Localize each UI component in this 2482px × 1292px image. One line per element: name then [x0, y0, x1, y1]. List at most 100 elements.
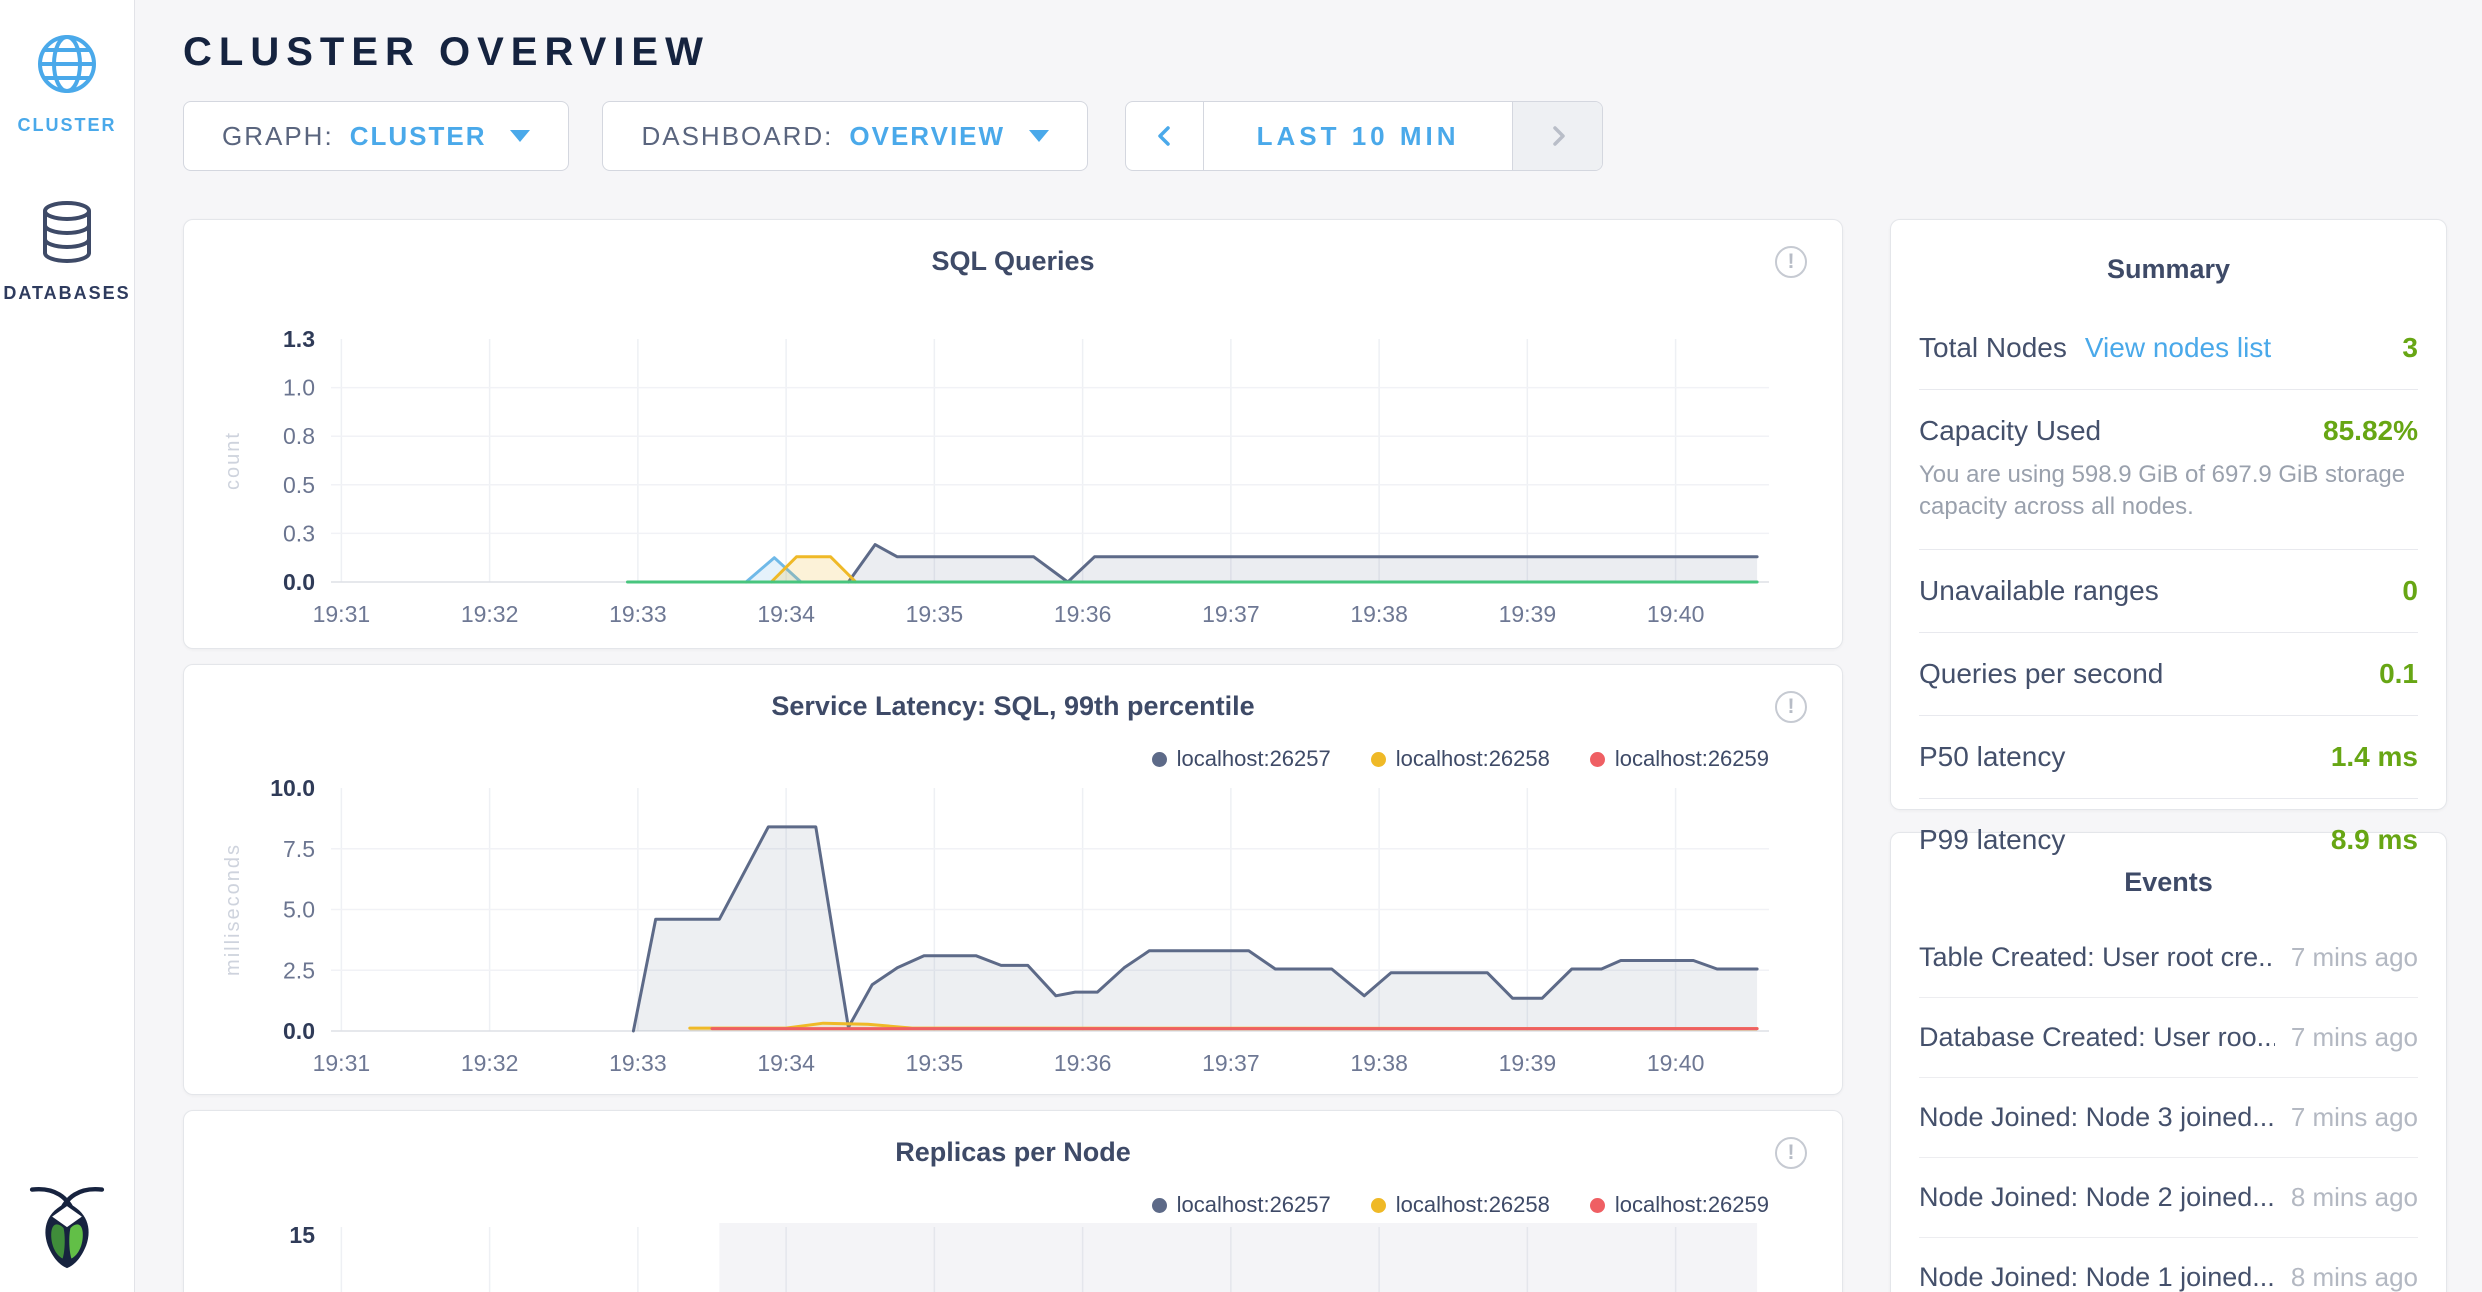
svg-text:19:39: 19:39 [1499, 1050, 1557, 1076]
p99-latency-value: 8.9 ms [2331, 824, 2418, 856]
queries-per-second-value: 0.1 [2379, 658, 2418, 690]
time-next-button[interactable] [1512, 102, 1602, 170]
svg-text:2.5: 2.5 [283, 957, 315, 983]
sidebar-item-label: CLUSTER [18, 115, 117, 136]
time-range-label[interactable]: LAST 10 MIN [1204, 102, 1512, 170]
p50-latency-value: 1.4 ms [2331, 741, 2418, 773]
chevron-down-icon [1029, 130, 1049, 142]
svg-text:19:37: 19:37 [1202, 601, 1260, 627]
svg-text:count: count [222, 431, 244, 490]
summary-title: Summary [1919, 220, 2418, 285]
event-row: Node Joined: Node 1 joined... 8 mins ago [1919, 1238, 2418, 1292]
dashboard-dropdown[interactable]: DASHBOARD: OVERVIEW [602, 101, 1088, 171]
svg-text:1.0: 1.0 [283, 375, 315, 401]
legend-dot-icon [1590, 1198, 1605, 1213]
chart-card-service-latency: Service Latency: SQL, 99th percentile ! … [183, 664, 1843, 1095]
event-row: Table Created: User root cre... 7 mins a… [1919, 918, 2418, 998]
svg-text:19:36: 19:36 [1054, 1050, 1112, 1076]
svg-text:5.0: 5.0 [283, 897, 315, 923]
chart-legend: localhost:26257 localhost:26258 localhost:… [209, 1187, 1817, 1223]
legend-dot-icon [1152, 752, 1167, 767]
chart-title: Service Latency: SQL, 99th percentile [771, 691, 1254, 721]
event-row: Database Created: User roo... 7 mins ago [1919, 998, 2418, 1078]
chart-title: Replicas per Node [895, 1137, 1131, 1167]
total-nodes-value: 3 [2402, 332, 2418, 364]
summary-row-capacity-used: Capacity Used 85.82% You are using 598.9… [1919, 390, 2418, 550]
time-range-selector: LAST 10 MIN [1125, 101, 1603, 171]
legend-item: localhost:26257 [1152, 746, 1331, 772]
summary-row-unavailable-ranges: Unavailable ranges 0 [1919, 550, 2418, 633]
chart-title: SQL Queries [931, 246, 1094, 276]
summary-row-total-nodes: Total Nodes View nodes list 3 [1919, 307, 2418, 390]
svg-text:0.3: 0.3 [283, 520, 315, 546]
chevron-down-icon [510, 130, 530, 142]
chart-card-sql-queries: SQL Queries ! 19:3119:3219:3319:3419:351… [183, 219, 1843, 649]
service-latency-chart: 19:31 19:32 19:33 19:34 19:35 19:36 19:37 19:38… [209, 777, 1819, 1076]
svg-text:0.5: 0.5 [283, 472, 315, 498]
chart-card-replicas-per-node: Replicas per Node ! localhost:26257local… [183, 1110, 1843, 1292]
dashboard-dropdown-label: DASHBOARD: [641, 121, 833, 152]
main-content: CLUSTER OVERVIEW GRAPH: CLUSTER DASHBOAR… [135, 0, 2482, 1292]
globe-icon [35, 32, 99, 101]
legend-item: localhost:26258 [1371, 746, 1550, 772]
svg-text:19:35: 19:35 [906, 1050, 964, 1076]
svg-text:19:38: 19:38 [1350, 1050, 1408, 1076]
database-icon [38, 200, 96, 269]
legend-item: localhost:26258 [1371, 1192, 1550, 1218]
legend-item: localhost:26259 [1590, 1192, 1769, 1218]
chart-legend: localhost:26257localhost:26258localhost:… [209, 741, 1817, 777]
svg-text:19:32: 19:32 [461, 601, 519, 627]
info-icon[interactable]: ! [1775, 246, 1807, 278]
legend-dot-icon [1371, 752, 1386, 767]
legend-dot-icon [1371, 1198, 1386, 1213]
right-column: Summary Total Nodes View nodes list 3 Ca… [1890, 219, 2447, 1292]
info-icon[interactable]: ! [1775, 1137, 1807, 1169]
svg-text:19:32: 19:32 [461, 1050, 519, 1076]
graph-dropdown-value: CLUSTER [350, 121, 487, 152]
event-row: Node Joined: Node 2 joined... 8 mins ago [1919, 1158, 2418, 1238]
sidebar-item-databases[interactable]: DATABASES [0, 200, 134, 304]
sidebar-item-label: DATABASES [3, 283, 130, 304]
svg-text:19:39: 19:39 [1499, 601, 1557, 627]
capacity-used-subtext: You are using 598.9 GiB of 697.9 GiB sto… [1919, 459, 2418, 524]
graph-dropdown[interactable]: GRAPH: CLUSTER [183, 101, 569, 171]
svg-text:19:34: 19:34 [757, 1050, 815, 1076]
svg-text:0.8: 0.8 [283, 423, 315, 449]
chevron-left-icon [1152, 123, 1178, 149]
svg-text:19:37: 19:37 [1202, 1050, 1260, 1076]
unavailable-ranges-value: 0 [2402, 575, 2418, 607]
controls-bar: GRAPH: CLUSTER DASHBOARD: OVERVIEW LAST … [183, 101, 2482, 171]
sql-queries-chart: 19:3119:3219:3319:3419:3519:3619:3719:38… [209, 296, 1819, 627]
svg-text:19:40: 19:40 [1647, 1050, 1705, 1076]
summary-row-queries-per-second: Queries per second 0.1 [1919, 633, 2418, 716]
sidebar: CLUSTER DATABASES [0, 0, 135, 1292]
graph-dropdown-label: GRAPH: [222, 121, 334, 152]
svg-text:19:31: 19:31 [313, 601, 371, 627]
svg-text:milliseconds: milliseconds [222, 843, 244, 976]
chevron-right-icon [1545, 123, 1571, 149]
cockroachdb-logo-icon [23, 1173, 111, 1274]
svg-text:19:35: 19:35 [906, 601, 964, 627]
page-title: CLUSTER OVERVIEW [183, 30, 2482, 75]
sidebar-item-cluster[interactable]: CLUSTER [0, 32, 134, 136]
replicas-per-node-chart: 19:3119:3219:3319:3419:3519:3619:3719:38… [209, 1223, 1819, 1292]
svg-text:19:33: 19:33 [609, 1050, 667, 1076]
time-prev-button[interactable] [1126, 102, 1204, 170]
svg-text:19:36: 19:36 [1054, 601, 1112, 627]
summary-panel: Summary Total Nodes View nodes list 3 Ca… [1890, 219, 2447, 810]
svg-text:0.0: 0.0 [283, 569, 315, 595]
svg-text:19:33: 19:33 [609, 601, 667, 627]
svg-text:19:40: 19:40 [1647, 601, 1705, 627]
svg-text:10.0: 10.0 [270, 777, 315, 801]
dashboard-dropdown-value: OVERVIEW [849, 121, 1005, 152]
svg-text:19:31: 19:31 [313, 1050, 371, 1076]
svg-text:15: 15 [289, 1223, 315, 1248]
charts-column: SQL Queries ! 19:31 19:32 19:33 19:34 19:35 1… [183, 219, 1843, 1292]
capacity-used-value: 85.82% [2323, 415, 2418, 447]
svg-text:19:38: 19:38 [1350, 601, 1408, 627]
view-nodes-list-link[interactable]: View nodes list [2085, 332, 2271, 364]
events-panel: Events Table Created: User root cre... 7… [1890, 832, 2447, 1292]
svg-text:1.3: 1.3 [283, 326, 315, 352]
legend-item: localhost:26257 [1152, 1192, 1331, 1218]
info-icon[interactable]: ! [1775, 691, 1807, 723]
